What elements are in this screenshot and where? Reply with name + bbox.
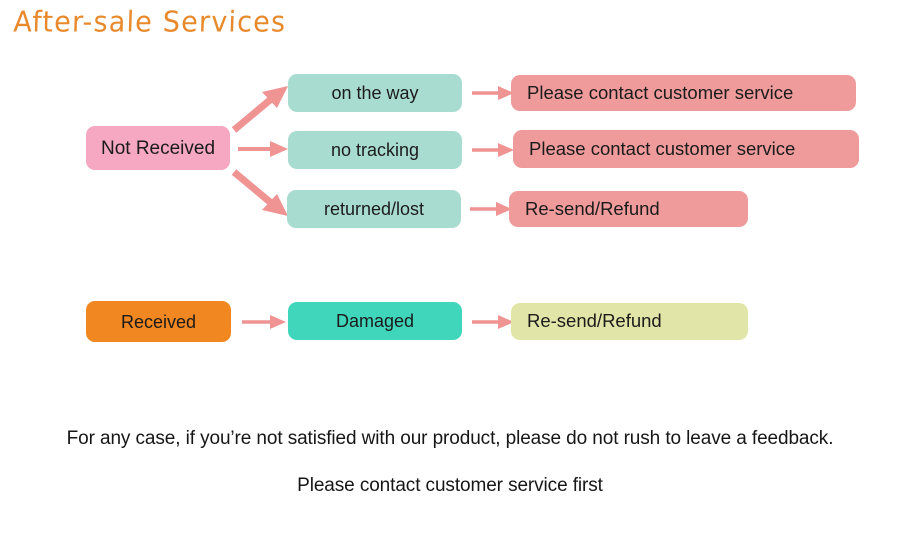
node-outcome-resend-refund-1[interactable]: Re-send/Refund — [509, 191, 748, 227]
node-on-the-way-label: on the way — [331, 83, 419, 103]
arrow-right-to-damaged — [242, 311, 288, 333]
node-on-the-way[interactable]: on the way — [288, 74, 462, 112]
node-damaged-label: Damaged — [335, 311, 415, 331]
node-no-tracking[interactable]: no tracking — [288, 131, 462, 169]
footer-note-line-1: For any case, if you’re not satisfied wi… — [66, 428, 834, 449]
node-not-received-label: Not Received — [100, 137, 216, 159]
node-received[interactable]: Received — [86, 301, 231, 342]
arrow-right-to-outcome-1 — [472, 82, 516, 104]
node-outcome-resend-refund-2-label: Re-send/Refund — [527, 310, 662, 332]
node-outcome-resend-refund-2[interactable]: Re-send/Refund — [511, 303, 748, 340]
node-returned-lost[interactable]: returned/lost — [287, 190, 461, 228]
arrow-right-to-no-tracking — [238, 138, 290, 160]
node-returned-lost-label: returned/lost — [323, 199, 425, 219]
arrow-right-to-outcome-4 — [472, 311, 516, 333]
node-outcome-contact-service-1[interactable]: Please contact customer service — [511, 75, 856, 111]
page-title: After-sale Services — [12, 6, 287, 39]
node-damaged[interactable]: Damaged — [288, 302, 462, 340]
arrow-down-right-to-returned-lost — [231, 166, 294, 222]
footer-note-line-2: Please contact customer service first — [297, 475, 603, 496]
node-not-received[interactable]: Not Received — [86, 126, 230, 170]
node-outcome-contact-service-1-label: Please contact customer service — [527, 81, 794, 103]
node-outcome-contact-service-2-label: Please contact customer service — [529, 137, 796, 159]
arrow-right-to-outcome-2 — [472, 139, 516, 161]
node-no-tracking-label: no tracking — [330, 140, 420, 160]
node-outcome-resend-refund-1-label: Re-send/Refund — [525, 197, 660, 219]
arrow-right-to-outcome-3 — [470, 198, 514, 220]
arrow-up-right-to-on-the-way — [231, 78, 294, 134]
slide-canvas: After-sale Services Not Received on the … — [0, 0, 900, 550]
node-outcome-contact-service-2[interactable]: Please contact customer service — [513, 130, 859, 168]
node-received-label: Received — [120, 311, 197, 332]
